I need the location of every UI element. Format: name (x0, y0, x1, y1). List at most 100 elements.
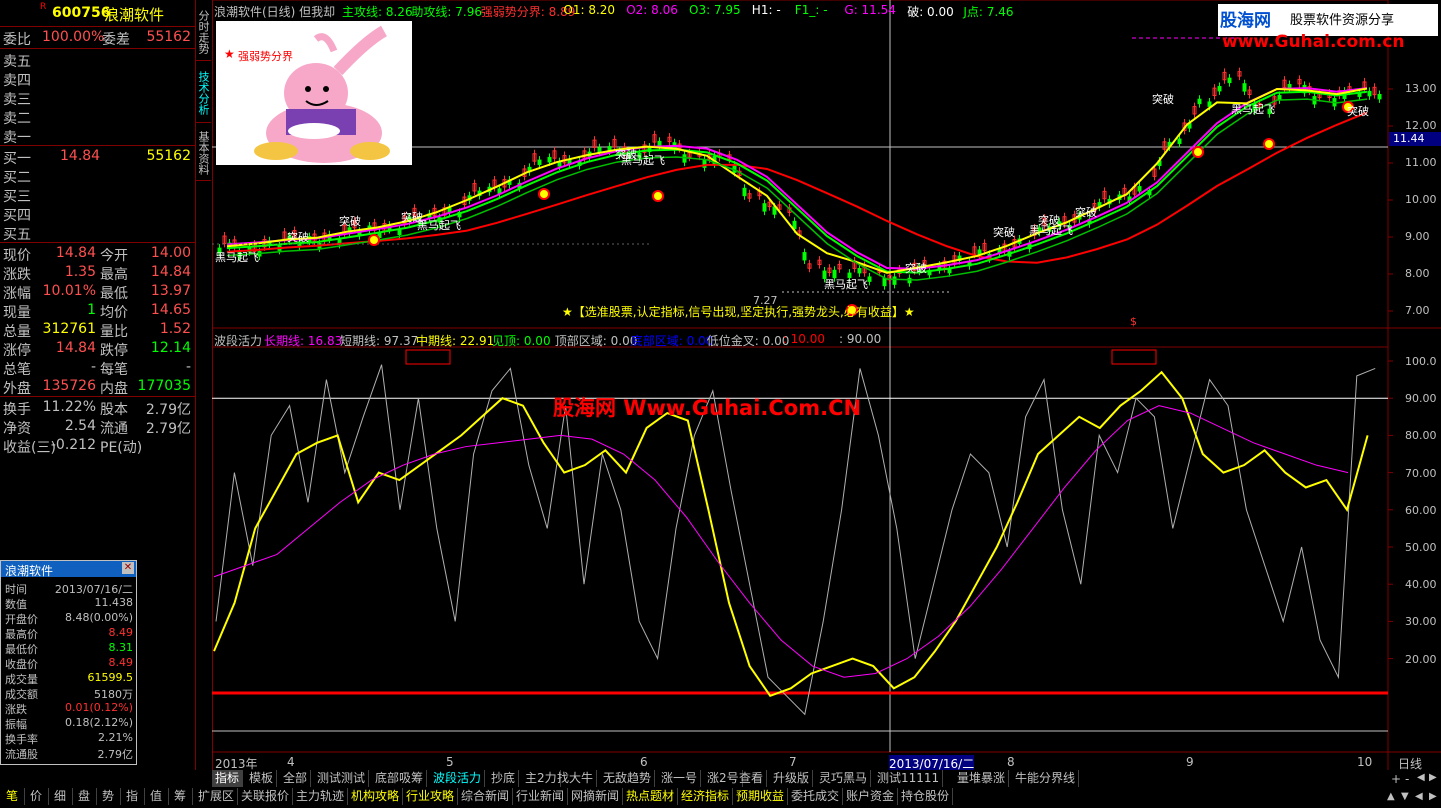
indicator-tab[interactable]: 牛能分界线 (1012, 770, 1080, 787)
info-tab[interactable]: 关联报价 (238, 788, 294, 805)
stat-value: 1 (87, 302, 96, 318)
scroll-left-icon[interactable]: ◀ (1417, 772, 1425, 783)
indicator-tab[interactable]: 量堆暴涨 (954, 770, 1010, 787)
stock-code[interactable]: 600756 (52, 5, 110, 21)
info-tab[interactable]: 行业攻略 (403, 788, 459, 805)
quick-tab[interactable]: 势 (96, 788, 121, 805)
zoom-in-icon[interactable]: + (1391, 772, 1401, 786)
stat-row: 涨幅 10.01% 最低 13.97 (0, 282, 195, 302)
indicator-tab[interactable]: 测试测试 (314, 770, 370, 787)
quick-tab[interactable]: 值 (144, 788, 169, 805)
info-tab[interactable]: 机构攻略 (348, 788, 404, 805)
indicator-value: 低位金叉: 0.00 (706, 334, 790, 348)
current-price-tag: 11.44 (1389, 132, 1441, 146)
weicha-value: 55162 (146, 29, 191, 45)
stock-name[interactable]: 浪潮软件 (104, 4, 164, 25)
quick-tab[interactable]: 筹 (168, 788, 193, 805)
indicator-tab[interactable]: 底部吸筹 (372, 770, 428, 787)
candle-body (882, 277, 887, 287)
info-popup[interactable]: 浪潮软件 ✕ 时间 2013/07/16/二 数值 11.438 开盘价 8.48(0.0… (0, 560, 137, 765)
info-row: 收盘价 8.49 (1, 656, 136, 671)
candle-body (1137, 186, 1142, 192)
stat-label: 涨停 (3, 343, 31, 359)
info-tab[interactable]: 网摘新闻 (568, 788, 624, 805)
info-tab[interactable]: 热点题材 (623, 788, 679, 805)
indicator-tab[interactable]: 无敌趋势 (600, 770, 656, 787)
scroll-right-icon[interactable]: ▶ (1429, 772, 1437, 783)
signal-annotation: 黑马起飞 (215, 251, 259, 264)
info-tab[interactable]: 扩展区 (195, 788, 239, 805)
y-tick-label: 40.00 (1405, 578, 1437, 592)
info-row: 涨跌 0.01(0.12%) (1, 701, 136, 716)
indicator-tab[interactable]: 查看 (736, 770, 768, 787)
tab-intraday[interactable]: 分时走势 (196, 4, 211, 61)
chart-area[interactable]: 浪潮软件(日线) 但我却 主攻线: 8.26 助攻线: 7.96 强弱势分界: 8.… (212, 0, 1441, 772)
info-tab[interactable]: 预期收益 (733, 788, 789, 805)
stat-value: 14.65 (150, 302, 191, 318)
indicator-tab[interactable]: 抄底 (488, 770, 520, 787)
info-tab[interactable]: 行业新闻 (513, 788, 569, 805)
candle-body (792, 220, 797, 230)
tab-fundamental[interactable]: 基本资料 (196, 126, 211, 181)
indicator-tab[interactable]: 模板 (246, 770, 278, 787)
info-value: 2.79亿 (97, 748, 134, 761)
stat-label: 最高 (100, 267, 128, 283)
right-icon[interactable]: ▶ (1429, 791, 1437, 802)
left-icon[interactable]: ◀ (1415, 791, 1423, 802)
y-tick-label: 12.00 (1405, 119, 1437, 132)
candle-body (867, 276, 872, 282)
indicator-tab[interactable]: 测试11111 (874, 770, 944, 787)
stock-header: R 600756 浪潮软件 (0, 0, 195, 26)
info-tab[interactable]: 委托成交 (788, 788, 844, 805)
quick-tab[interactable]: 盘 (72, 788, 97, 805)
indicator-value: 短期线: 97.37 (340, 334, 419, 348)
signal-annotation: 突破 (1075, 206, 1097, 219)
stat-label: 最低 (100, 286, 128, 302)
indicator-tab[interactable]: 找大牛 (554, 770, 598, 787)
buy-level-label: 买二 (3, 170, 31, 186)
tab-technical[interactable]: 技术分析 (196, 64, 211, 123)
zoom-out-icon[interactable]: - (1405, 772, 1409, 786)
info-tab[interactable]: 经济指标 (678, 788, 734, 805)
y-tick-label: 20.00 (1405, 652, 1437, 666)
info-tab[interactable]: 账户资金 (843, 788, 899, 805)
stat-row: 现量 1 均价 14.65 (0, 301, 195, 321)
indicator-tab[interactable]: 升级版 (770, 770, 814, 787)
weibi-value: 100.00% (42, 29, 105, 45)
buy-level-label: 买一 (3, 151, 31, 167)
info-tab[interactable]: 持仓股份 (898, 788, 954, 805)
indicator-value: 助攻线: 7.96 (411, 5, 482, 19)
up-icon[interactable]: ▲ (1387, 791, 1395, 802)
sell-level-label: 卖三 (3, 92, 31, 108)
stat-row: 总笔 - 每笔 - (0, 358, 195, 378)
indicator-value: : 10.00 (782, 332, 826, 346)
info-tab[interactable]: 主力轨迹 (293, 788, 349, 805)
fund-label: 净资 (3, 421, 31, 437)
buy-row: 买一 14.84 55162 (0, 147, 195, 167)
info-row: 成交额 5180万 (1, 686, 136, 701)
x-tick-label: 5 (446, 755, 454, 769)
info-popup-title[interactable]: 浪潮软件 ✕ (1, 561, 136, 578)
signal-annotation: 突破 (1038, 214, 1060, 227)
sub-chart-title: 波段活力 (214, 334, 263, 348)
indicator-tab[interactable]: 灵巧黑马 (816, 770, 872, 787)
quick-tab[interactable]: 指 (120, 788, 145, 805)
candle-body (657, 140, 662, 147)
quick-tab[interactable]: 笔 (0, 788, 25, 805)
indicator-tab[interactable]: 波段活力 (430, 770, 486, 787)
info-key: 时间 (5, 583, 27, 596)
close-icon[interactable]: ✕ (122, 562, 134, 574)
indicator-tab[interactable]: 指标 (212, 770, 244, 787)
quick-tab[interactable]: 细 (48, 788, 73, 805)
indicator-tab[interactable]: 全部 (280, 770, 312, 787)
indicator-value: 长期线: 16.83 (264, 334, 343, 348)
fund-label: 收益(三) (3, 440, 56, 456)
stat-value: 10.01% (42, 283, 96, 299)
info-tab[interactable]: 综合新闻 (458, 788, 514, 805)
signal-annotation: 突破 (401, 211, 423, 224)
down-icon[interactable]: ▼ (1401, 791, 1409, 802)
fundamental-row: 收益(三) -0.212 PE(动) (0, 436, 195, 456)
indicator-tab[interactable]: 涨一号 (658, 770, 702, 787)
quick-tab[interactable]: 价 (24, 788, 49, 805)
indicator-value: 中期线: 22.91 (416, 334, 495, 348)
